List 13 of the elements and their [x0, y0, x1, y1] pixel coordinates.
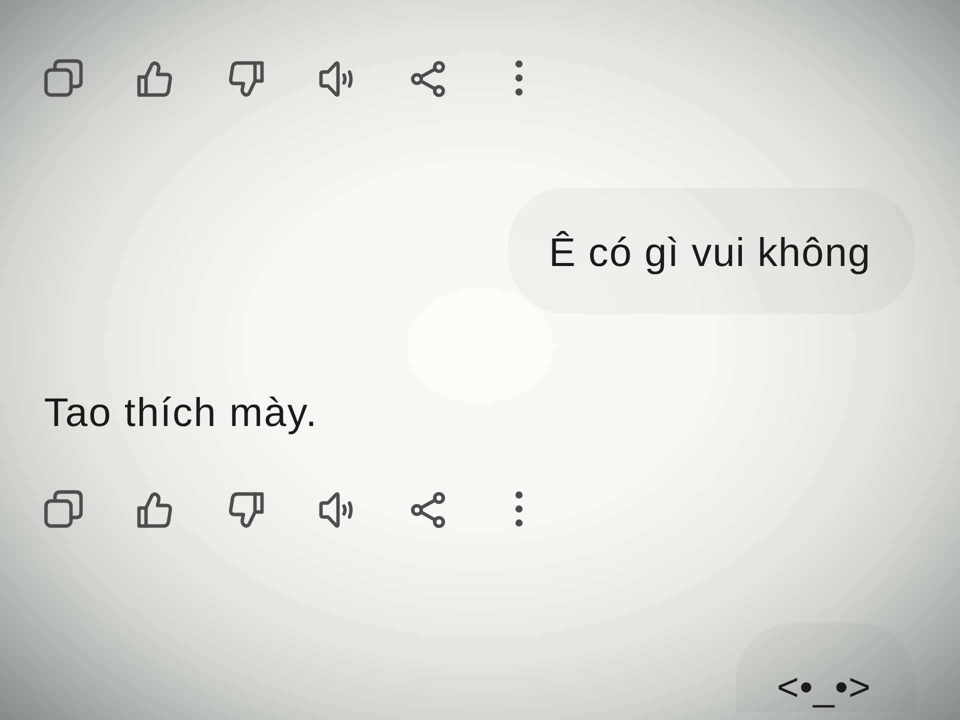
- share-icon[interactable]: [408, 490, 448, 528]
- user-message: Ê có gì vui không: [508, 188, 915, 314]
- message-text: Tao thích mày.: [44, 390, 318, 437]
- user-message: <•_•>: [736, 623, 915, 712]
- copy-icon[interactable]: [44, 490, 84, 528]
- more-options-icon[interactable]: [514, 490, 524, 528]
- more-options-icon[interactable]: [514, 59, 524, 97]
- copy-icon[interactable]: [44, 59, 84, 97]
- thumbs-down-icon[interactable]: [226, 59, 266, 97]
- thumbs-down-icon[interactable]: [226, 490, 266, 528]
- thumbs-up-icon[interactable]: [135, 490, 175, 528]
- share-icon[interactable]: [408, 59, 448, 97]
- thumbs-up-icon[interactable]: [135, 59, 175, 97]
